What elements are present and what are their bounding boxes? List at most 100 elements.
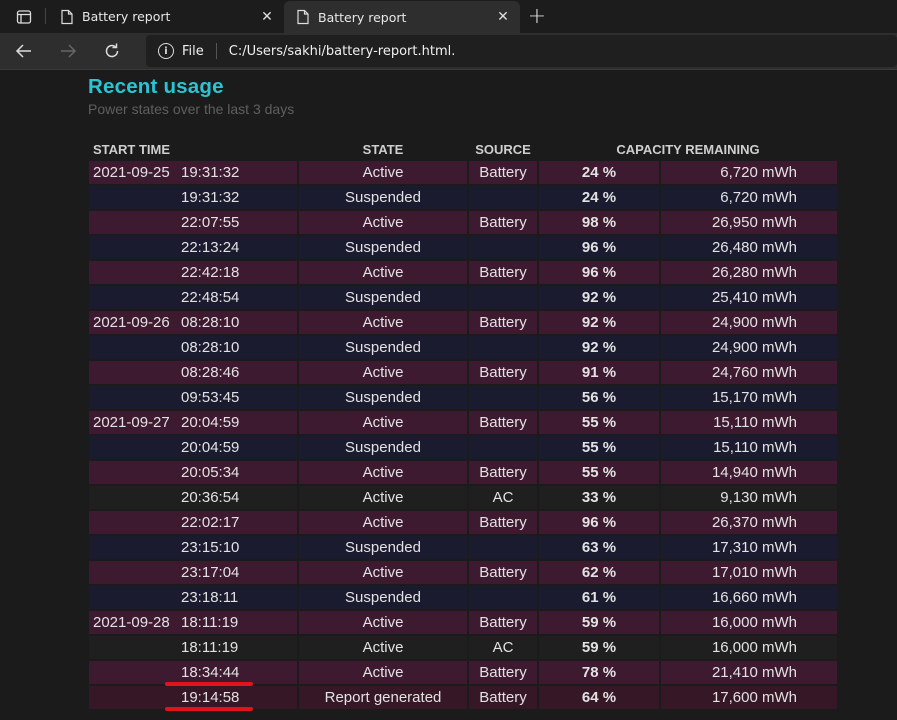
start-time-cell: 2021-09-27 20:04:59 — [89, 411, 297, 434]
state-cell: Suspended — [299, 586, 467, 609]
time-text: 18:11:19 — [181, 639, 239, 656]
state-cell: Suspended — [299, 436, 467, 459]
time-text: 20:04:59 — [181, 439, 240, 456]
capacity-percent-cell: 92 % — [539, 336, 659, 359]
table-row: 23:17:04 Active Battery 62 % 17,010 mWh — [89, 561, 837, 584]
address-bar[interactable]: i File C:/Users/sakhi/battery-report.htm… — [146, 35, 897, 67]
address-divider — [215, 43, 217, 59]
forward-button[interactable] — [48, 35, 88, 67]
navigation-toolbar: i File C:/Users/sakhi/battery-report.htm… — [0, 33, 897, 70]
table-row: 19:31:32 Suspended 24 % 6,720 mWh — [89, 186, 837, 209]
start-time-cell: 22:02:17 — [89, 511, 297, 534]
table-row: 18:34:44 Active Battery 78 % 21,410 mWh — [89, 661, 837, 684]
time-text: 23:18:11 — [181, 589, 239, 606]
time-text: 22:48:54 — [181, 289, 240, 306]
capacity-percent-cell: 24 % — [539, 186, 659, 209]
table-row: 18:11:19 Active AC 59 % 16,000 mWh — [89, 636, 837, 659]
source-cell: Battery — [469, 311, 537, 334]
header-start-time: START TIME — [93, 141, 171, 157]
source-cell — [469, 586, 537, 609]
capacity-mwh-cell: 16,000 mWh — [661, 611, 837, 634]
time-text: 23:15:10 — [181, 539, 240, 556]
table-row: 2021-09-26 08:28:10 Active Battery 92 % 24,90… — [89, 311, 837, 334]
capacity-mwh-cell: 15,110 mWh — [661, 436, 837, 459]
state-cell: Active — [299, 486, 467, 509]
capacity-percent-cell: 92 % — [539, 311, 659, 334]
page-content: Recent usage Power states over the last … — [0, 71, 897, 720]
start-time-cell: 22:13:24 — [89, 236, 297, 259]
capacity-mwh-cell: 24,900 mWh — [661, 311, 837, 334]
table-body: 2021-09-25 19:31:32 Active Battery 24 % 6,720… — [89, 161, 837, 709]
tab-2-active[interactable]: Battery report ✕ — [284, 1, 520, 33]
capacity-percent-cell: 55 % — [539, 461, 659, 484]
state-cell: Suspended — [299, 236, 467, 259]
table-row: 20:04:59 Suspended 55 % 15,110 mWh — [89, 436, 837, 459]
capacity-percent-cell: 24 % — [539, 161, 659, 184]
capacity-mwh-cell: 15,110 mWh — [661, 411, 837, 434]
back-arrow-icon — [15, 44, 31, 58]
source-cell: Battery — [469, 411, 537, 434]
time-text: 08:28:10 — [181, 314, 240, 331]
start-time-cell: 18:11:19 — [89, 636, 297, 659]
start-time-cell: 09:53:45 — [89, 386, 297, 409]
tab-bar: Battery report ✕ Battery report ✕ + — [0, 0, 897, 33]
recent-usage-table: START TIME STATE SOURCE CAPACITY REMAINI… — [87, 137, 839, 711]
capacity-percent-cell: 98 % — [539, 211, 659, 234]
time-text: 08:28:46 — [181, 364, 240, 381]
page-icon — [297, 9, 309, 25]
capacity-mwh-cell: 26,950 mWh — [661, 211, 837, 234]
state-cell: Suspended — [299, 386, 467, 409]
capacity-mwh-cell: 21,410 mWh — [661, 661, 837, 684]
close-tab-icon[interactable]: ✕ — [494, 8, 512, 26]
time-text: 22:02:17 — [181, 514, 240, 531]
tab-1[interactable]: Battery report ✕ — [48, 0, 284, 33]
source-cell — [469, 536, 537, 559]
back-button[interactable] — [4, 35, 44, 67]
source-cell — [469, 236, 537, 259]
source-cell: AC — [469, 636, 537, 659]
url-text[interactable]: C:/Users/sakhi/battery-report.html. — [229, 44, 456, 59]
source-cell: Battery — [469, 261, 537, 284]
state-cell: Active — [299, 461, 467, 484]
file-scheme-label: File — [182, 43, 204, 59]
table-row: 09:53:45 Suspended 56 % 15,170 mWh — [89, 386, 837, 409]
table-row: 2021-09-27 20:04:59 Active Battery 55 % 15,11… — [89, 411, 837, 434]
start-time-cell: 20:05:34 — [89, 461, 297, 484]
info-icon[interactable]: i — [158, 43, 174, 59]
time-text: 22:42:18 — [181, 264, 240, 281]
start-time-cell: 19:14:58 — [89, 686, 297, 709]
capacity-mwh-cell: 16,000 mWh — [661, 636, 837, 659]
table-row: 22:42:18 Active Battery 96 % 26,280 mWh — [89, 261, 837, 284]
capacity-mwh-cell: 17,010 mWh — [661, 561, 837, 584]
table-row: 2021-09-28 18:11:19 Active Battery 59 % 16,00… — [89, 611, 837, 634]
source-cell — [469, 186, 537, 209]
time-text: 08:28:10 — [181, 339, 240, 356]
capacity-mwh-cell: 24,900 mWh — [661, 336, 837, 359]
time-text: 19:31:32 — [181, 189, 240, 206]
state-cell: Active — [299, 311, 467, 334]
source-cell — [469, 386, 537, 409]
time-text: 18:34:44 — [181, 664, 240, 681]
capacity-mwh-cell: 26,280 mWh — [661, 261, 837, 284]
state-cell: Active — [299, 611, 467, 634]
source-cell: Battery — [469, 461, 537, 484]
state-cell: Suspended — [299, 336, 467, 359]
table-row: 22:48:54 Suspended 92 % 25,410 mWh — [89, 286, 837, 309]
capacity-mwh-cell: 9,130 mWh — [661, 486, 837, 509]
close-tab-icon[interactable]: ✕ — [258, 8, 276, 26]
capacity-percent-cell: 33 % — [539, 486, 659, 509]
start-time-cell: 20:04:59 — [89, 436, 297, 459]
table-row: 23:18:11 Suspended 61 % 16,660 mWh — [89, 586, 837, 609]
refresh-button[interactable] — [92, 35, 132, 67]
tab-actions-button[interactable] — [0, 0, 48, 33]
date-text: 2021-09-25 — [93, 164, 170, 181]
tab-title: Battery report — [82, 9, 171, 24]
time-text: 20:05:34 — [181, 464, 240, 481]
capacity-percent-cell: 91 % — [539, 361, 659, 384]
start-time-cell: 20:36:54 — [89, 486, 297, 509]
capacity-mwh-cell: 17,600 mWh — [661, 686, 837, 709]
capacity-percent-cell: 63 % — [539, 536, 659, 559]
section-subtitle: Power states over the last 3 days — [88, 101, 295, 117]
header-state: STATE — [362, 141, 404, 157]
new-tab-button[interactable]: + — [520, 0, 554, 33]
